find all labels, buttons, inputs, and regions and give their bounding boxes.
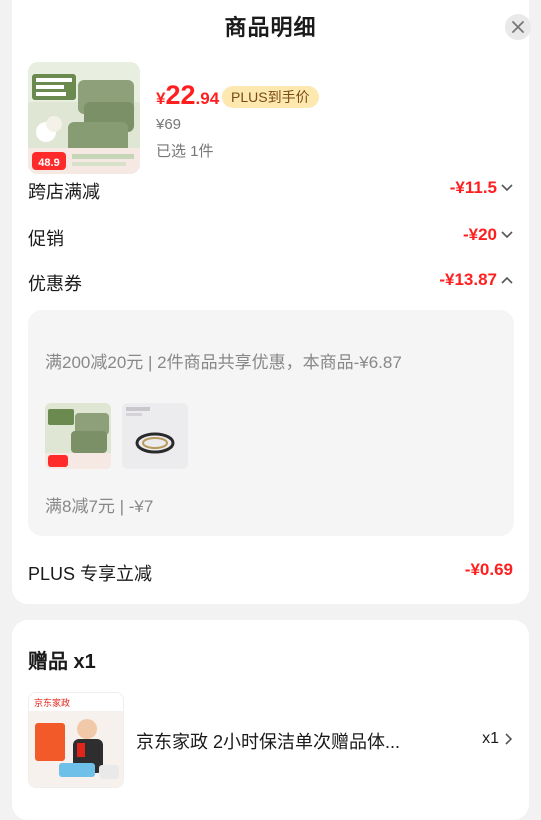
chevron-right-icon — [505, 733, 513, 745]
price-integer: 22 — [165, 80, 196, 110]
gift-brand-text: 京东家政 — [34, 697, 70, 708]
cross-store-discount-row[interactable]: 跨店满减 -¥11.5 — [28, 178, 513, 202]
coupon-label: 优惠券 — [28, 274, 82, 294]
price-currency: ¥ — [156, 89, 166, 108]
price-decimal: .94 — [195, 89, 220, 108]
plus-discount-row: PLUS 专享立减 -¥0.69 — [28, 560, 513, 586]
coupon-product-thumb-lamp[interactable] — [122, 403, 188, 469]
promotion-label: 促销 — [28, 229, 64, 249]
coupon-detail-line-1: 满200减20元 | 2件商品共享优惠，本商品-¥6.87 — [45, 353, 402, 372]
cross-store-value: -¥11.5 — [449, 178, 497, 197]
coupon-details: 满200减20元 | 2件商品共享优惠，本商品-¥6.87 满8减7元 | -¥… — [28, 310, 514, 536]
gift-image[interactable]: 京东家政 — [28, 692, 124, 788]
chevron-down-icon — [501, 184, 513, 192]
coupon-value: -¥13.87 — [439, 270, 497, 289]
gift-quantity[interactable]: x1 — [482, 730, 513, 748]
coupon-product-thumb-wipes[interactable] — [45, 403, 111, 469]
gift-section-title: 赠品 x1 — [28, 651, 96, 673]
promotion-row[interactable]: 促销 -¥20 — [28, 225, 513, 249]
chevron-up-icon — [501, 276, 513, 284]
gift-name[interactable]: 京东家政 2小时保洁单次赠品体... — [136, 728, 436, 754]
plus-price-tag: PLUS到手价 — [222, 86, 319, 108]
coupon-detail-line-2: 满8减7元 | -¥7 — [45, 497, 154, 516]
chevron-down-icon — [501, 231, 513, 239]
price: ¥ 22 .94 — [156, 80, 219, 111]
plus-discount-value: -¥0.69 — [464, 560, 513, 579]
product-image-badge: 48.9 — [38, 157, 59, 169]
promotion-value: -¥20 — [462, 225, 497, 244]
product-image[interactable]: 48.9 — [28, 62, 140, 174]
cross-store-label: 跨店满减 — [28, 182, 100, 202]
close-button[interactable] — [505, 14, 531, 40]
coupon-row[interactable]: 优惠券 -¥13.87 — [28, 270, 513, 294]
page-title: 商品明细 — [224, 15, 317, 40]
close-icon — [512, 21, 524, 33]
gift-qty-text: x1 — [482, 730, 499, 747]
original-price: ¥69 — [156, 116, 182, 133]
plus-discount-label: PLUS 专享立减 — [28, 564, 153, 584]
selected-count: 已选 1件 — [156, 143, 214, 160]
